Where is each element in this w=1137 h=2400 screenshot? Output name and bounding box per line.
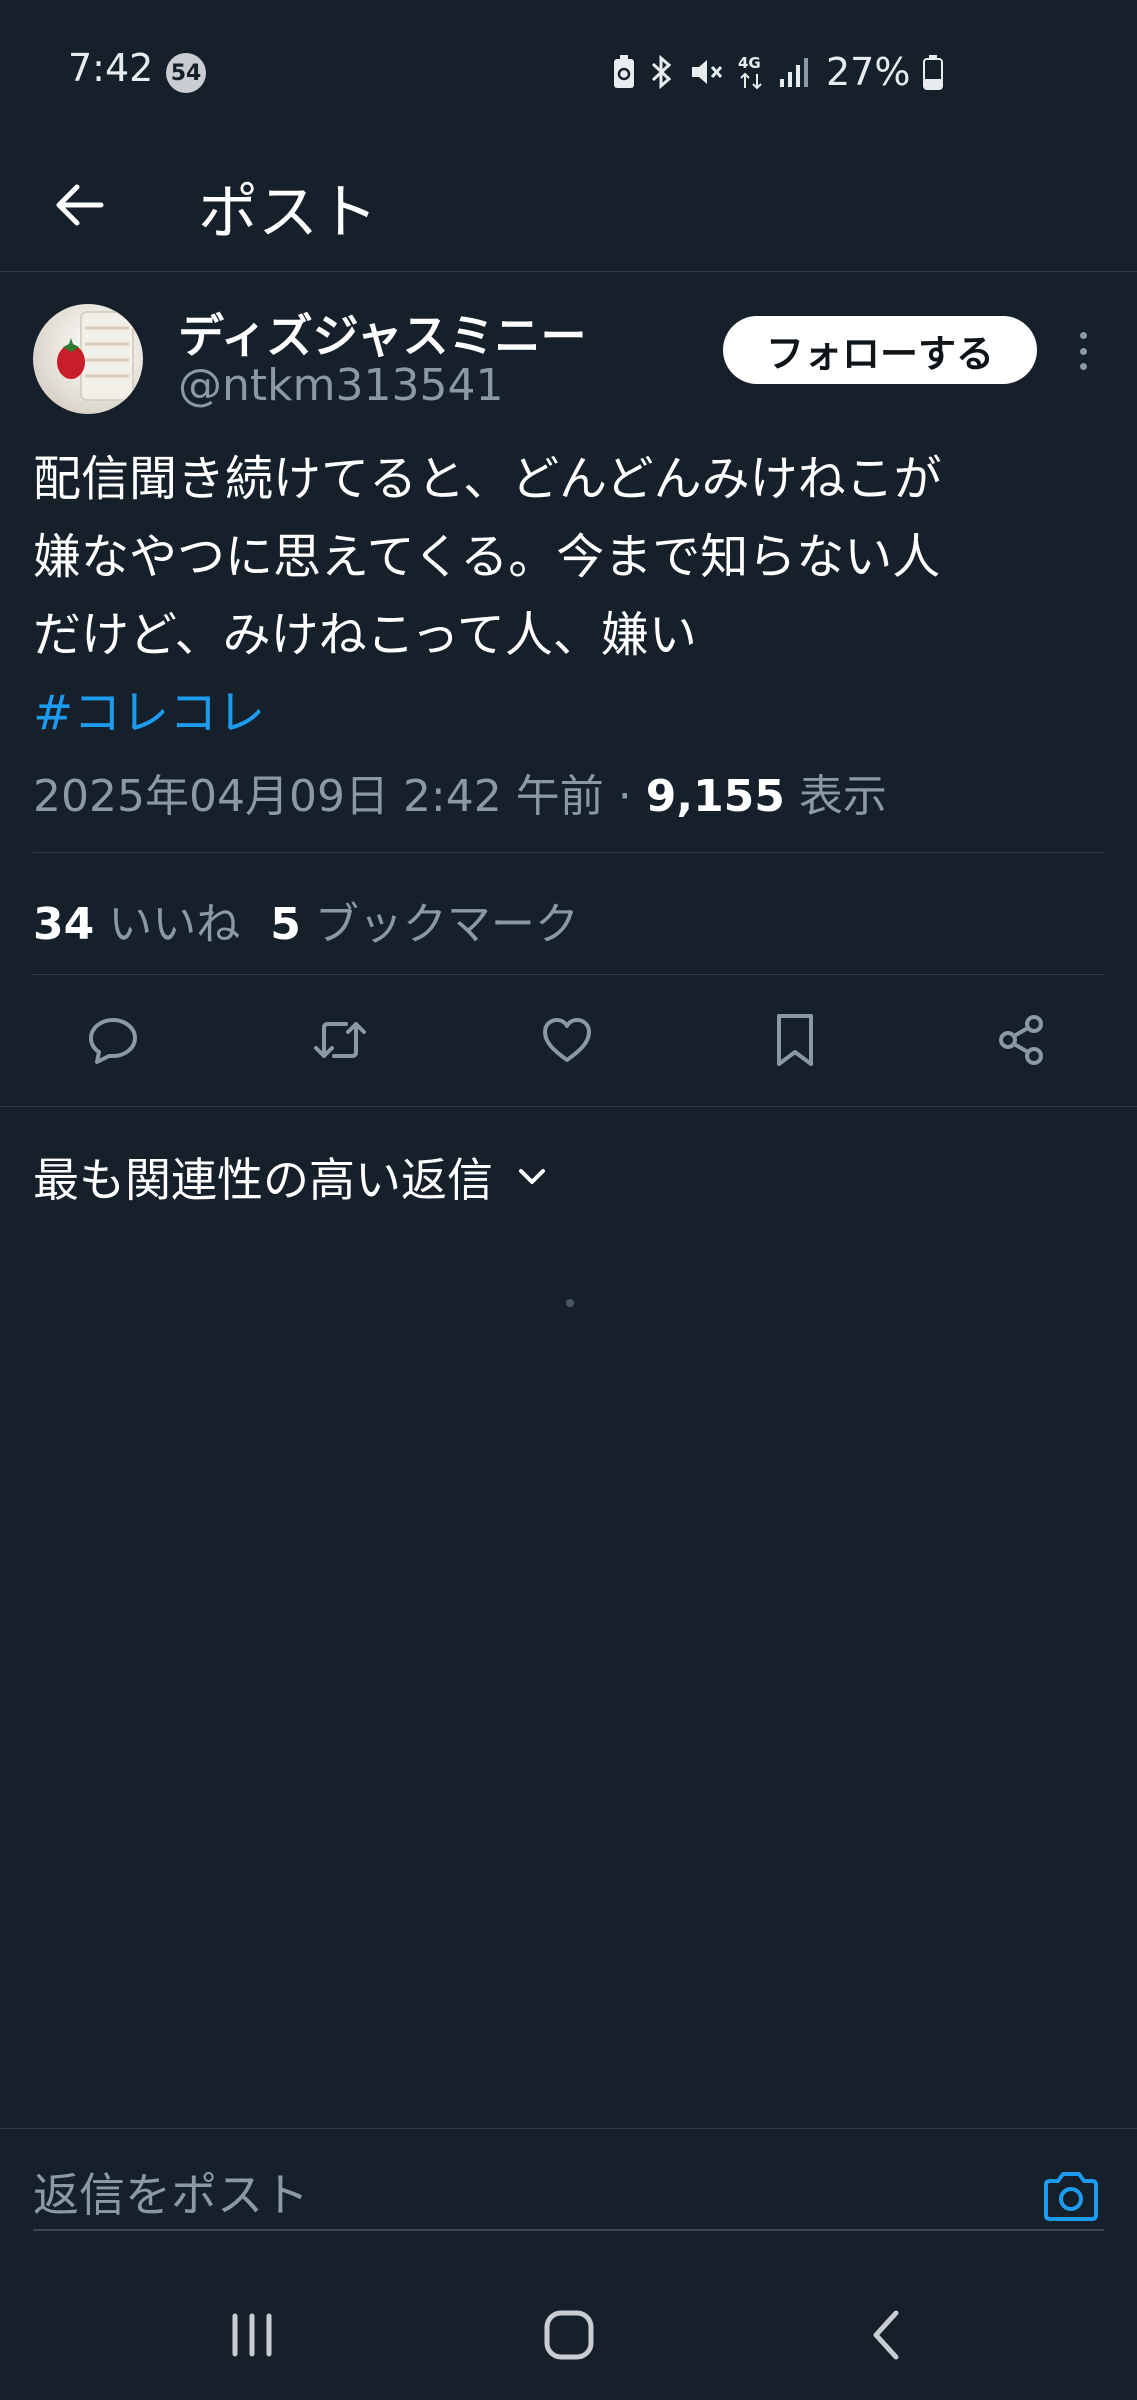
post-action-bar (0, 990, 1137, 1090)
share-icon (999, 1015, 1043, 1065)
system-back-button[interactable] (846, 2300, 926, 2370)
recent-apps-icon (232, 2313, 272, 2357)
post-timestamp[interactable]: 2025年04月09日 2:42 午前 (33, 771, 604, 822)
back-icon (873, 2310, 899, 2360)
bookmark-icon (777, 1014, 813, 1066)
divider (33, 852, 1104, 853)
views-label: 表示 (798, 771, 887, 822)
loading-indicator (566, 1299, 574, 1307)
post-metadata: 2025年04月09日 2:42 午前 · 9,155 表示 (33, 760, 887, 824)
bookmark-button[interactable] (755, 1000, 835, 1080)
repost-button[interactable] (300, 1000, 380, 1080)
divider (33, 974, 1104, 975)
status-icons: 4G 27% (612, 50, 944, 94)
author-handle[interactable]: @ntkm313541 (178, 360, 503, 411)
divider (0, 1106, 1137, 1107)
post-detail-screen: 7:42 54 4G 27% ポスト ディズジャスミニー @ntkm313541… (0, 0, 1137, 2400)
strawberry-cake-image (57, 311, 134, 401)
bookmarks-count: 5 (270, 899, 301, 950)
reply-sort-label: 最も関連性の高い返信 (33, 1153, 493, 1207)
more-dot (1079, 332, 1087, 339)
battery-percentage: 27% (826, 50, 911, 94)
status-bar: 7:42 54 4G 27% (0, 0, 1137, 140)
4g-icon: 4G (738, 54, 762, 90)
arrow-left-icon (56, 184, 104, 226)
more-dot (1079, 363, 1087, 370)
battery-icon (923, 55, 944, 90)
camera-button[interactable] (1040, 2169, 1102, 2225)
hashtag-link[interactable]: #コレコレ (33, 674, 1113, 752)
top-app-bar: ポスト (0, 140, 1137, 272)
repost-icon (314, 1022, 366, 1058)
back-button[interactable] (44, 170, 114, 240)
chevron-down-icon (519, 1169, 545, 1184)
views-count: 9,155 (645, 771, 785, 822)
engagement-stats: 34 いいね 5 ブックマーク (33, 888, 579, 952)
post-text: 配信聞き続けてると、どんどんみけねこが 嫌なやつに思えてくる。今まで知らない人 … (33, 440, 1113, 752)
likes-label: いいね (108, 899, 241, 950)
mute-icon (692, 60, 723, 84)
more-options-button[interactable] (1066, 326, 1100, 376)
home-button[interactable] (529, 2300, 609, 2370)
bookmarks-label: ブックマーク (314, 899, 579, 950)
signal-icon (780, 58, 808, 87)
share-button[interactable] (982, 1000, 1062, 1080)
likes-count: 34 (33, 899, 95, 950)
svg-text:4G: 4G (738, 54, 761, 72)
reply-icon (89, 1018, 137, 1064)
bluetooth-icon (651, 54, 672, 90)
meta-separator: · (617, 771, 632, 822)
post-text-line: 配信聞き続けてると、どんどんみけねこが (33, 451, 942, 507)
bookmarks-stat[interactable]: 5 ブックマーク (270, 888, 579, 952)
more-dot (1079, 347, 1087, 355)
likes-stat[interactable]: 34 いいね (33, 888, 240, 952)
notification-count-badge: 54 (166, 53, 206, 93)
battery-saver-icon (614, 55, 634, 88)
author-name[interactable]: ディズジャスミニー (178, 300, 586, 366)
post-text-line: だけど、みけねこって人、嫌い (33, 607, 697, 663)
home-icon (544, 2310, 594, 2360)
follow-button[interactable]: フォローする (723, 316, 1037, 384)
reply-input[interactable] (33, 2161, 1104, 2231)
reply-button[interactable] (73, 1000, 153, 1080)
avatar[interactable] (33, 304, 143, 414)
recent-apps-button[interactable] (212, 2300, 292, 2370)
status-time: 7:42 (68, 46, 154, 90)
system-navigation-bar (0, 2260, 1137, 2400)
reply-composer (0, 2128, 1137, 2258)
post-text-line: 嫌なやつに思えてくる。今まで知らない人 (33, 529, 941, 585)
camera-icon (1044, 2172, 1098, 2221)
like-icon (543, 1018, 591, 1062)
page-title: ポスト (198, 178, 378, 248)
like-button[interactable] (527, 1000, 607, 1080)
reply-sort-dropdown[interactable]: 最も関連性の高い返信 (33, 1144, 547, 1210)
